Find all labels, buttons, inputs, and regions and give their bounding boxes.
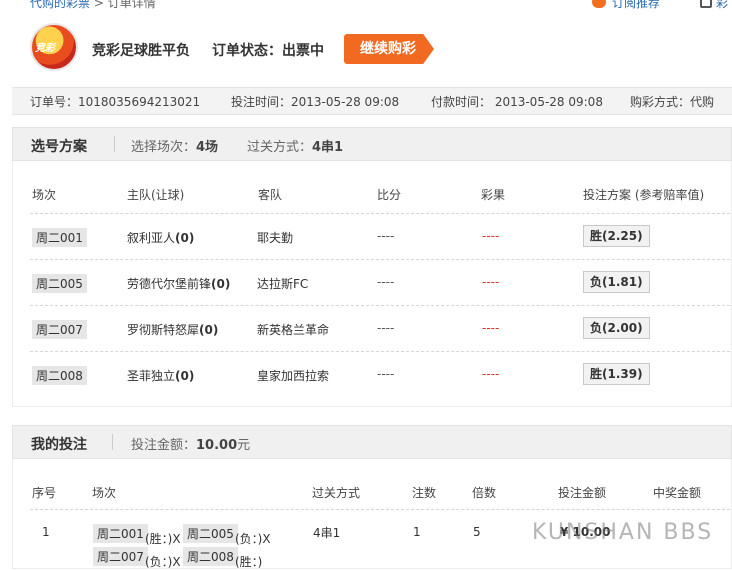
game-title: 竞彩足球胜平负 bbox=[92, 43, 190, 59]
away-team: 皇家加西拉索 bbox=[257, 369, 330, 383]
bet-match-result: (胜：)X bbox=[145, 532, 181, 546]
bet-match-tag: 周二007 bbox=[93, 547, 148, 566]
breadcrumb: 代购的彩票 > 订单详情 bbox=[30, 0, 156, 11]
match-count-label: 选择场次： bbox=[131, 140, 197, 155]
bet-amount-value: 10.00 bbox=[196, 438, 238, 453]
bet-multiple: 5 bbox=[473, 525, 481, 539]
home-team: 罗彻斯特怒犀(0) bbox=[127, 321, 218, 338]
handicap: (0) bbox=[211, 277, 231, 291]
row-divider bbox=[30, 351, 730, 352]
home-team: 圣菲独立(0) bbox=[127, 367, 194, 384]
order-number: 订单号：1018035694213021 bbox=[30, 95, 201, 109]
buy-method: 购彩方式：代购 bbox=[630, 95, 715, 109]
home-team: 劳德代尔堡前锋(0) bbox=[127, 275, 230, 292]
order-status: 订单状态：出票中 bbox=[212, 43, 324, 59]
pass-label: 过关方式： bbox=[247, 140, 313, 155]
mobile-link[interactable]: 彩 bbox=[716, 0, 728, 11]
pick-badge: 胜(1.39) bbox=[583, 363, 650, 385]
bet-amount-label: 投注金额： bbox=[131, 438, 197, 453]
col-notes: 注数 bbox=[412, 486, 437, 500]
bet-match-result: (负：)X bbox=[235, 532, 271, 546]
col-away: 客队 bbox=[258, 188, 283, 202]
match-tag: 周二007 bbox=[32, 320, 87, 339]
result: ---- bbox=[482, 321, 500, 335]
match-tag: 周二001 bbox=[32, 228, 87, 247]
subscribe-icon[interactable] bbox=[592, 0, 606, 8]
bet-index: 1 bbox=[42, 525, 50, 539]
row-divider bbox=[30, 509, 730, 510]
subscribe-link[interactable]: 订阅推荐 bbox=[612, 0, 660, 11]
row-divider bbox=[30, 305, 730, 306]
divider bbox=[112, 434, 113, 450]
handicap: (0) bbox=[199, 323, 219, 337]
bet-match-result: (胜：) bbox=[235, 555, 263, 569]
col-multiple: 倍数 bbox=[472, 486, 497, 500]
row-divider bbox=[30, 259, 730, 260]
bet-amount-unit: 元 bbox=[237, 438, 251, 453]
result: ---- bbox=[482, 275, 500, 289]
watermark: KUNSHAN BBS bbox=[532, 520, 714, 545]
bet-time: 投注时间：2013-05-28 09:08 bbox=[231, 95, 400, 109]
bet-notes: 1 bbox=[413, 525, 421, 539]
phone-icon[interactable] bbox=[700, 0, 712, 8]
away-team: 新英格兰革命 bbox=[257, 323, 330, 337]
handicap: (0) bbox=[175, 231, 195, 245]
result: ---- bbox=[482, 229, 500, 243]
plan-section-header bbox=[12, 127, 732, 161]
pass-value: 4串1 bbox=[312, 140, 344, 155]
divider bbox=[114, 136, 115, 152]
away-team: 耶夫勤 bbox=[257, 231, 294, 245]
match-tag: 周二008 bbox=[32, 366, 87, 385]
bet-match-tag: 周二008 bbox=[183, 547, 238, 566]
handicap: (0) bbox=[175, 369, 195, 383]
col-result: 彩果 bbox=[481, 188, 506, 202]
home-team-name: 罗彻斯特怒犀 bbox=[127, 323, 200, 337]
col-home: 主队(让球) bbox=[127, 188, 185, 202]
logo-text: 竞彩 bbox=[35, 43, 55, 54]
score: ---- bbox=[377, 367, 395, 381]
col-pick: 投注方案 (参考赔率值) bbox=[583, 188, 705, 202]
score: ---- bbox=[377, 229, 395, 243]
bet-amount: 投注金额：10.00元 bbox=[131, 434, 250, 453]
plan-title: 选号方案 bbox=[31, 139, 87, 155]
bet-match-tag: 周二005 bbox=[183, 524, 238, 543]
bet-match-result: (负：)X bbox=[145, 555, 181, 569]
col-prize: 中奖金额 bbox=[653, 486, 702, 500]
away-team: 达拉斯FC bbox=[257, 277, 309, 291]
breadcrumb-link[interactable]: 代购的彩票 bbox=[30, 0, 90, 10]
col-index: 序号 bbox=[32, 486, 57, 500]
pick-badge: 负(2.00) bbox=[583, 317, 650, 339]
bet-pass: 4串1 bbox=[313, 526, 341, 540]
breadcrumb-current: > 订单详情 bbox=[93, 0, 156, 10]
home-team-name: 劳德代尔堡前锋 bbox=[127, 277, 212, 291]
match-count-value: 4场 bbox=[196, 140, 219, 155]
score: ---- bbox=[377, 321, 395, 335]
mybet-title: 我的投注 bbox=[31, 437, 87, 453]
col-match: 场次 bbox=[32, 188, 57, 202]
home-team: 叙利亚人(0) bbox=[127, 229, 194, 246]
col-matches: 场次 bbox=[92, 486, 117, 500]
pick-badge: 胜(2.25) bbox=[583, 225, 650, 247]
home-team-name: 叙利亚人 bbox=[127, 231, 176, 245]
pass-method: 过关方式：4串1 bbox=[247, 136, 343, 155]
pay-time: 付款时间： 2013-05-28 09:08 bbox=[431, 95, 603, 109]
score: ---- bbox=[377, 275, 395, 289]
col-score: 比分 bbox=[377, 188, 402, 202]
row-divider bbox=[30, 213, 730, 214]
mybet-section-header bbox=[12, 425, 732, 459]
result: ---- bbox=[482, 367, 500, 381]
pick-badge: 负(1.81) bbox=[583, 271, 650, 293]
bet-match-tag: 周二001 bbox=[93, 524, 148, 543]
match-count: 选择场次：4场 bbox=[131, 136, 218, 155]
continue-buy-button[interactable]: 继续购彩 bbox=[344, 34, 434, 64]
match-tag: 周二005 bbox=[32, 274, 87, 293]
home-team-name: 圣菲独立 bbox=[127, 369, 176, 383]
top-strip: 代购的彩票 > 订单详情 订阅推荐 彩 bbox=[0, 0, 732, 12]
col-amount: 投注金额 bbox=[558, 486, 607, 500]
col-pass: 过关方式 bbox=[312, 486, 361, 500]
